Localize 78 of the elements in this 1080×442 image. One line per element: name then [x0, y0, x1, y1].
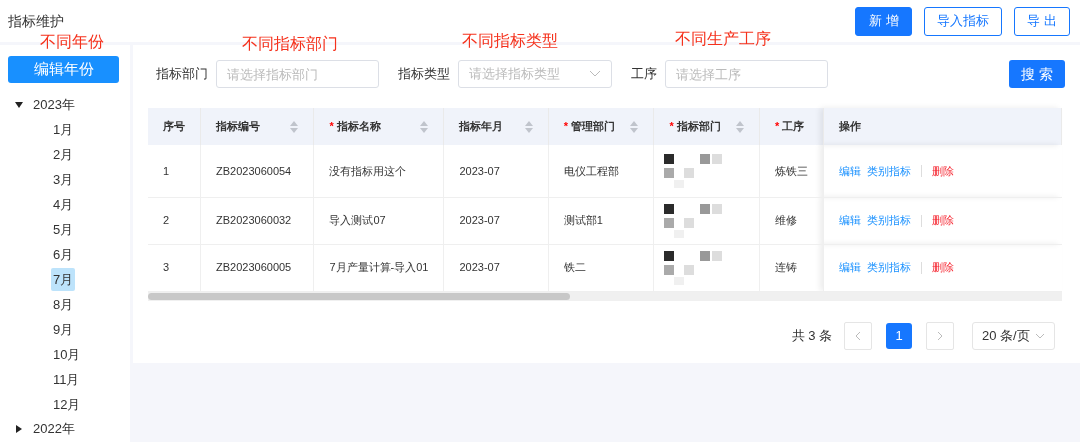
tree-month[interactable]: 11月 — [51, 367, 82, 392]
scrollbar-thumb[interactable] — [148, 292, 570, 300]
table-cell: 1 — [148, 145, 201, 197]
sort-icon[interactable] — [630, 120, 639, 133]
table-cell: 导入测试07 — [313, 197, 444, 244]
input-field[interactable]: 请选择指标部门 — [216, 60, 379, 88]
column-header: 操作 — [839, 119, 862, 135]
required-mark: * — [329, 119, 334, 135]
table-cell: ZB2023060054 — [200, 145, 314, 197]
tree-year[interactable]: 2022年 — [33, 419, 75, 439]
column-header[interactable]: 指标名称 — [336, 118, 381, 135]
table-cell: 2 — [148, 197, 201, 244]
chevron-left-icon — [855, 330, 861, 341]
sort-icon[interactable] — [736, 120, 745, 133]
table-cell: 2023-07 — [443, 244, 549, 291]
tree-month[interactable]: 3月 — [51, 167, 76, 192]
filter-label: 工序 — [631, 65, 657, 84]
header-button[interactable]: 导 出 — [1014, 6, 1070, 36]
input-field[interactable]: 请选择工序 — [665, 60, 828, 88]
required-mark: * — [669, 119, 674, 135]
tree-month[interactable]: 2月 — [51, 142, 76, 167]
table-cell: 2023-07 — [443, 197, 549, 244]
action-link[interactable]: 删除 — [932, 162, 955, 179]
annotation-text: 不同生产工序 — [675, 29, 771, 49]
table-cell: 电仪工程部 — [548, 145, 654, 197]
tree-month[interactable]: 6月 — [51, 242, 76, 267]
tree-month[interactable]: 8月 — [51, 292, 76, 317]
page-size-select[interactable]: 20 条/页 — [972, 321, 1055, 350]
column-header[interactable]: 指标编号 — [216, 118, 260, 135]
tree-month[interactable]: 5月 — [51, 217, 76, 242]
table-cell: ZB2023060032 — [200, 197, 314, 244]
total-count: 共 3 条 — [791, 326, 832, 345]
chevron-down-icon — [1035, 332, 1045, 339]
sort-icon[interactable] — [420, 120, 429, 133]
column-header: 工序 — [782, 119, 805, 135]
annotation-text: 不同年份 — [40, 32, 104, 52]
column-header[interactable]: 管理部门 — [570, 118, 615, 135]
filter-label: 指标类型 — [398, 65, 450, 84]
table-cell: 铁二 — [548, 244, 654, 291]
table-cell: 炼铁三 — [759, 145, 824, 197]
table-cell: 连铸 — [759, 244, 824, 291]
filter-label: 指标部门 — [156, 65, 208, 84]
page-title: 指标维护 — [8, 11, 64, 31]
sort-icon[interactable] — [290, 120, 299, 133]
tree-month[interactable]: 12月 — [51, 392, 83, 417]
required-mark: * — [563, 119, 568, 135]
required-mark: * — [775, 119, 780, 135]
caret-icon[interactable] — [15, 101, 23, 109]
table-cell: 维修 — [759, 197, 824, 244]
caret-icon[interactable] — [15, 425, 23, 433]
chevron-right-icon — [937, 330, 943, 341]
page-button[interactable]: 1 — [886, 322, 912, 349]
header-button[interactable]: 新 增 — [855, 6, 913, 36]
tree-month[interactable]: 10月 — [51, 342, 83, 367]
search-button[interactable]: 搜 索 — [1009, 60, 1065, 88]
tree-month[interactable]: 9月 — [51, 317, 76, 342]
next-page-button[interactable] — [926, 321, 954, 350]
column-header[interactable]: 指标年月 — [459, 118, 504, 135]
tree-month[interactable]: 4月 — [51, 192, 76, 217]
sort-icon[interactable] — [524, 120, 533, 133]
chevron-down-icon — [589, 70, 601, 78]
table-cell: 测试部1 — [548, 197, 654, 244]
table-cell: 7月产量计算-导入01 — [313, 244, 444, 291]
action-link[interactable]: 删除 — [932, 212, 955, 229]
table-cell: ZB2023060005 — [200, 244, 314, 291]
annotation-text: 不同指标类型 — [462, 31, 558, 51]
table-cell: 没有指标用这个 — [313, 145, 444, 197]
tree-month[interactable]: 1月 — [51, 117, 76, 142]
header-button[interactable]: 导入指标 — [924, 6, 1003, 36]
previous-page-button[interactable] — [844, 321, 872, 350]
table-cell: 3 — [148, 244, 201, 291]
tree-year[interactable]: 2023年 — [33, 95, 75, 115]
column-header[interactable]: 指标部门 — [676, 118, 721, 135]
action-link[interactable]: 删除 — [932, 259, 955, 276]
tree-month[interactable]: 7月 — [51, 267, 76, 292]
annotation-text: 不同指标部门 — [242, 34, 338, 54]
table-cell: 2023-07 — [443, 145, 549, 197]
column-header: 序号 — [163, 119, 185, 135]
